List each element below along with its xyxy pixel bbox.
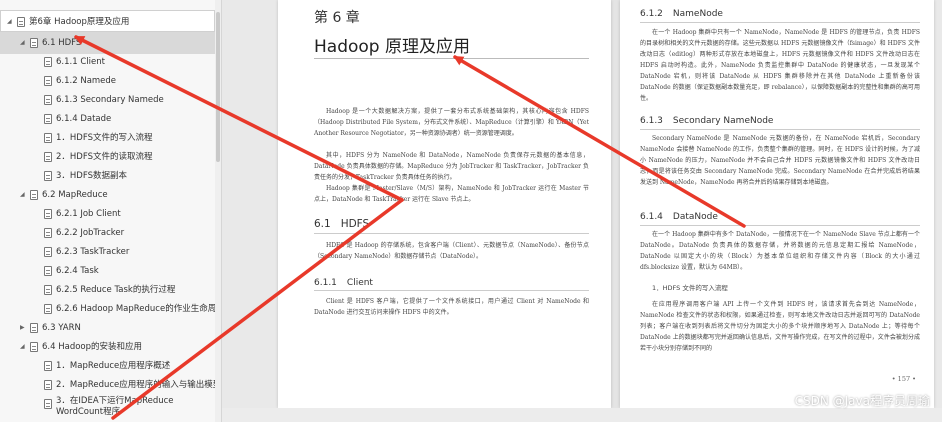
section-title: NameNode <box>672 9 723 19</box>
outline-scrollbar-thumb[interactable] <box>216 12 220 162</box>
page-icon <box>44 133 52 143</box>
section-heading-6-1-1: 6.1.1 Client <box>314 278 373 288</box>
section-heading-6-1-4: 6.1.4 DataNode <box>640 212 718 222</box>
section-6-1-paragraph: HDFS 是 Hadoop 的存储系统，包含客户端（Client）、元数据节点（… <box>314 242 589 260</box>
subheading-write-flow: 1．HDFS 文件的写入流程 <box>652 284 728 292</box>
outline-scrollbar[interactable] <box>215 0 221 422</box>
page-icon <box>44 114 52 124</box>
section-6-1-3-paragraph: Secondary NameNode 是 NameNode 元数据的备份，在 N… <box>640 135 920 186</box>
book-icon <box>17 17 25 27</box>
outline-item-1[interactable]: ◢ 第6章 Hadoop原理及应用 <box>0 10 215 32</box>
page-156: 第 6 章 Hadoop 原理及应用 Hadoop 是一个大数据解决方案，提供了… <box>278 0 611 408</box>
outline-item-label: 第6章 Hadoop原理及应用 <box>29 17 130 27</box>
book-icon <box>30 190 38 200</box>
section-number: 6.1.4 <box>640 212 663 222</box>
outline-item-21[interactable]: 3．在IDEA下运行MapReduce WordCount程序 <box>0 393 215 421</box>
page-icon <box>44 228 52 238</box>
section-title: Client <box>346 278 373 288</box>
section-divider <box>640 22 920 23</box>
section-6-1-4-paragraph: 在一个 Hadoop 集群中有多个 DataNode，一般情况下在一个 Name… <box>640 231 920 271</box>
page-icon <box>44 76 52 86</box>
page-icon <box>44 152 52 162</box>
chapter-title: Hadoop 原理及应用 <box>314 37 470 57</box>
chapter-number: 第 6 章 <box>314 10 360 26</box>
write-flow-paragraph: 在应用程序调用客户端 API 上传一个文件到 HDFS 时，该请求首先会到达 N… <box>640 301 920 352</box>
section-6-1-1-paragraph: Client 是 HDFS 客户端，它提供了一个文件系统接口，用户通过 Clie… <box>314 298 589 316</box>
section-6-1-2-paragraph: 在一个 Hadoop 集群中只有一个 NameNode，NameNode 是 H… <box>640 29 920 102</box>
page-icon <box>44 57 52 67</box>
section-number: 6.1.3 <box>640 116 663 126</box>
book-icon <box>30 38 38 48</box>
section-title: HDFS <box>340 218 370 230</box>
book-icon <box>30 342 38 352</box>
page-number: • 157 • <box>891 375 916 383</box>
section-divider <box>314 233 589 234</box>
section-number: 6.1 <box>314 218 331 230</box>
outline-panel: ◢ 第6章 Hadoop原理及应用 ◢ 6.1 HDFS 6.1.1 Client 6.1… <box>0 0 222 422</box>
section-number: 6.1.1 <box>314 278 337 288</box>
intro-paragraph-3: Hadoop 集群是 Master/Slave（M/S）架构，NameNode … <box>314 185 589 203</box>
page-icon <box>44 380 52 390</box>
page-icon <box>44 171 52 181</box>
page-icon <box>44 361 52 371</box>
page-icon <box>44 209 52 219</box>
page-icon <box>44 247 52 257</box>
section-heading-6-1-2: 6.1.2 NameNode <box>640 9 723 19</box>
intro-paragraph-2: 其中，HDFS 分为 NameNode 和 DataNode，NameNode … <box>314 152 589 181</box>
section-divider <box>640 225 920 226</box>
page-icon <box>44 399 52 409</box>
section-divider <box>640 129 920 130</box>
section-title: Secondary NameNode <box>672 116 774 126</box>
document-view: 第 6 章 Hadoop 原理及应用 Hadoop 是一个大数据解决方案，提供了… <box>222 0 942 422</box>
page-icon <box>44 266 52 276</box>
expand-triangle-icon[interactable]: ◢ <box>7 11 12 31</box>
page-157: 6.1.2 NameNode 在一个 Hadoop 集群中只有一个 NameNod… <box>620 0 934 408</box>
chapter-divider <box>314 58 589 59</box>
outline-item-label: 3．在IDEA下运行MapReduce WordCount程序 <box>56 396 174 417</box>
section-heading-6-1: 6.1 HDFS <box>314 218 369 230</box>
horizontal-scrollbar[interactable] <box>222 408 942 422</box>
page-icon <box>44 95 52 105</box>
book-icon <box>30 323 38 333</box>
section-heading-6-1-3: 6.1.3 Secondary NameNode <box>640 116 773 126</box>
page-icon <box>44 304 52 314</box>
intro-paragraph-1: Hadoop 是一个大数据解决方案，提供了一套分布式系统基础架构，其核心内容包含… <box>314 108 589 137</box>
section-divider <box>314 290 589 291</box>
watermark: CSDN @Java程序员周瑜 <box>794 394 930 408</box>
section-number: 6.1.2 <box>640 9 663 19</box>
page-gap <box>611 0 620 408</box>
section-title: DataNode <box>672 212 718 222</box>
page-icon <box>44 285 52 295</box>
